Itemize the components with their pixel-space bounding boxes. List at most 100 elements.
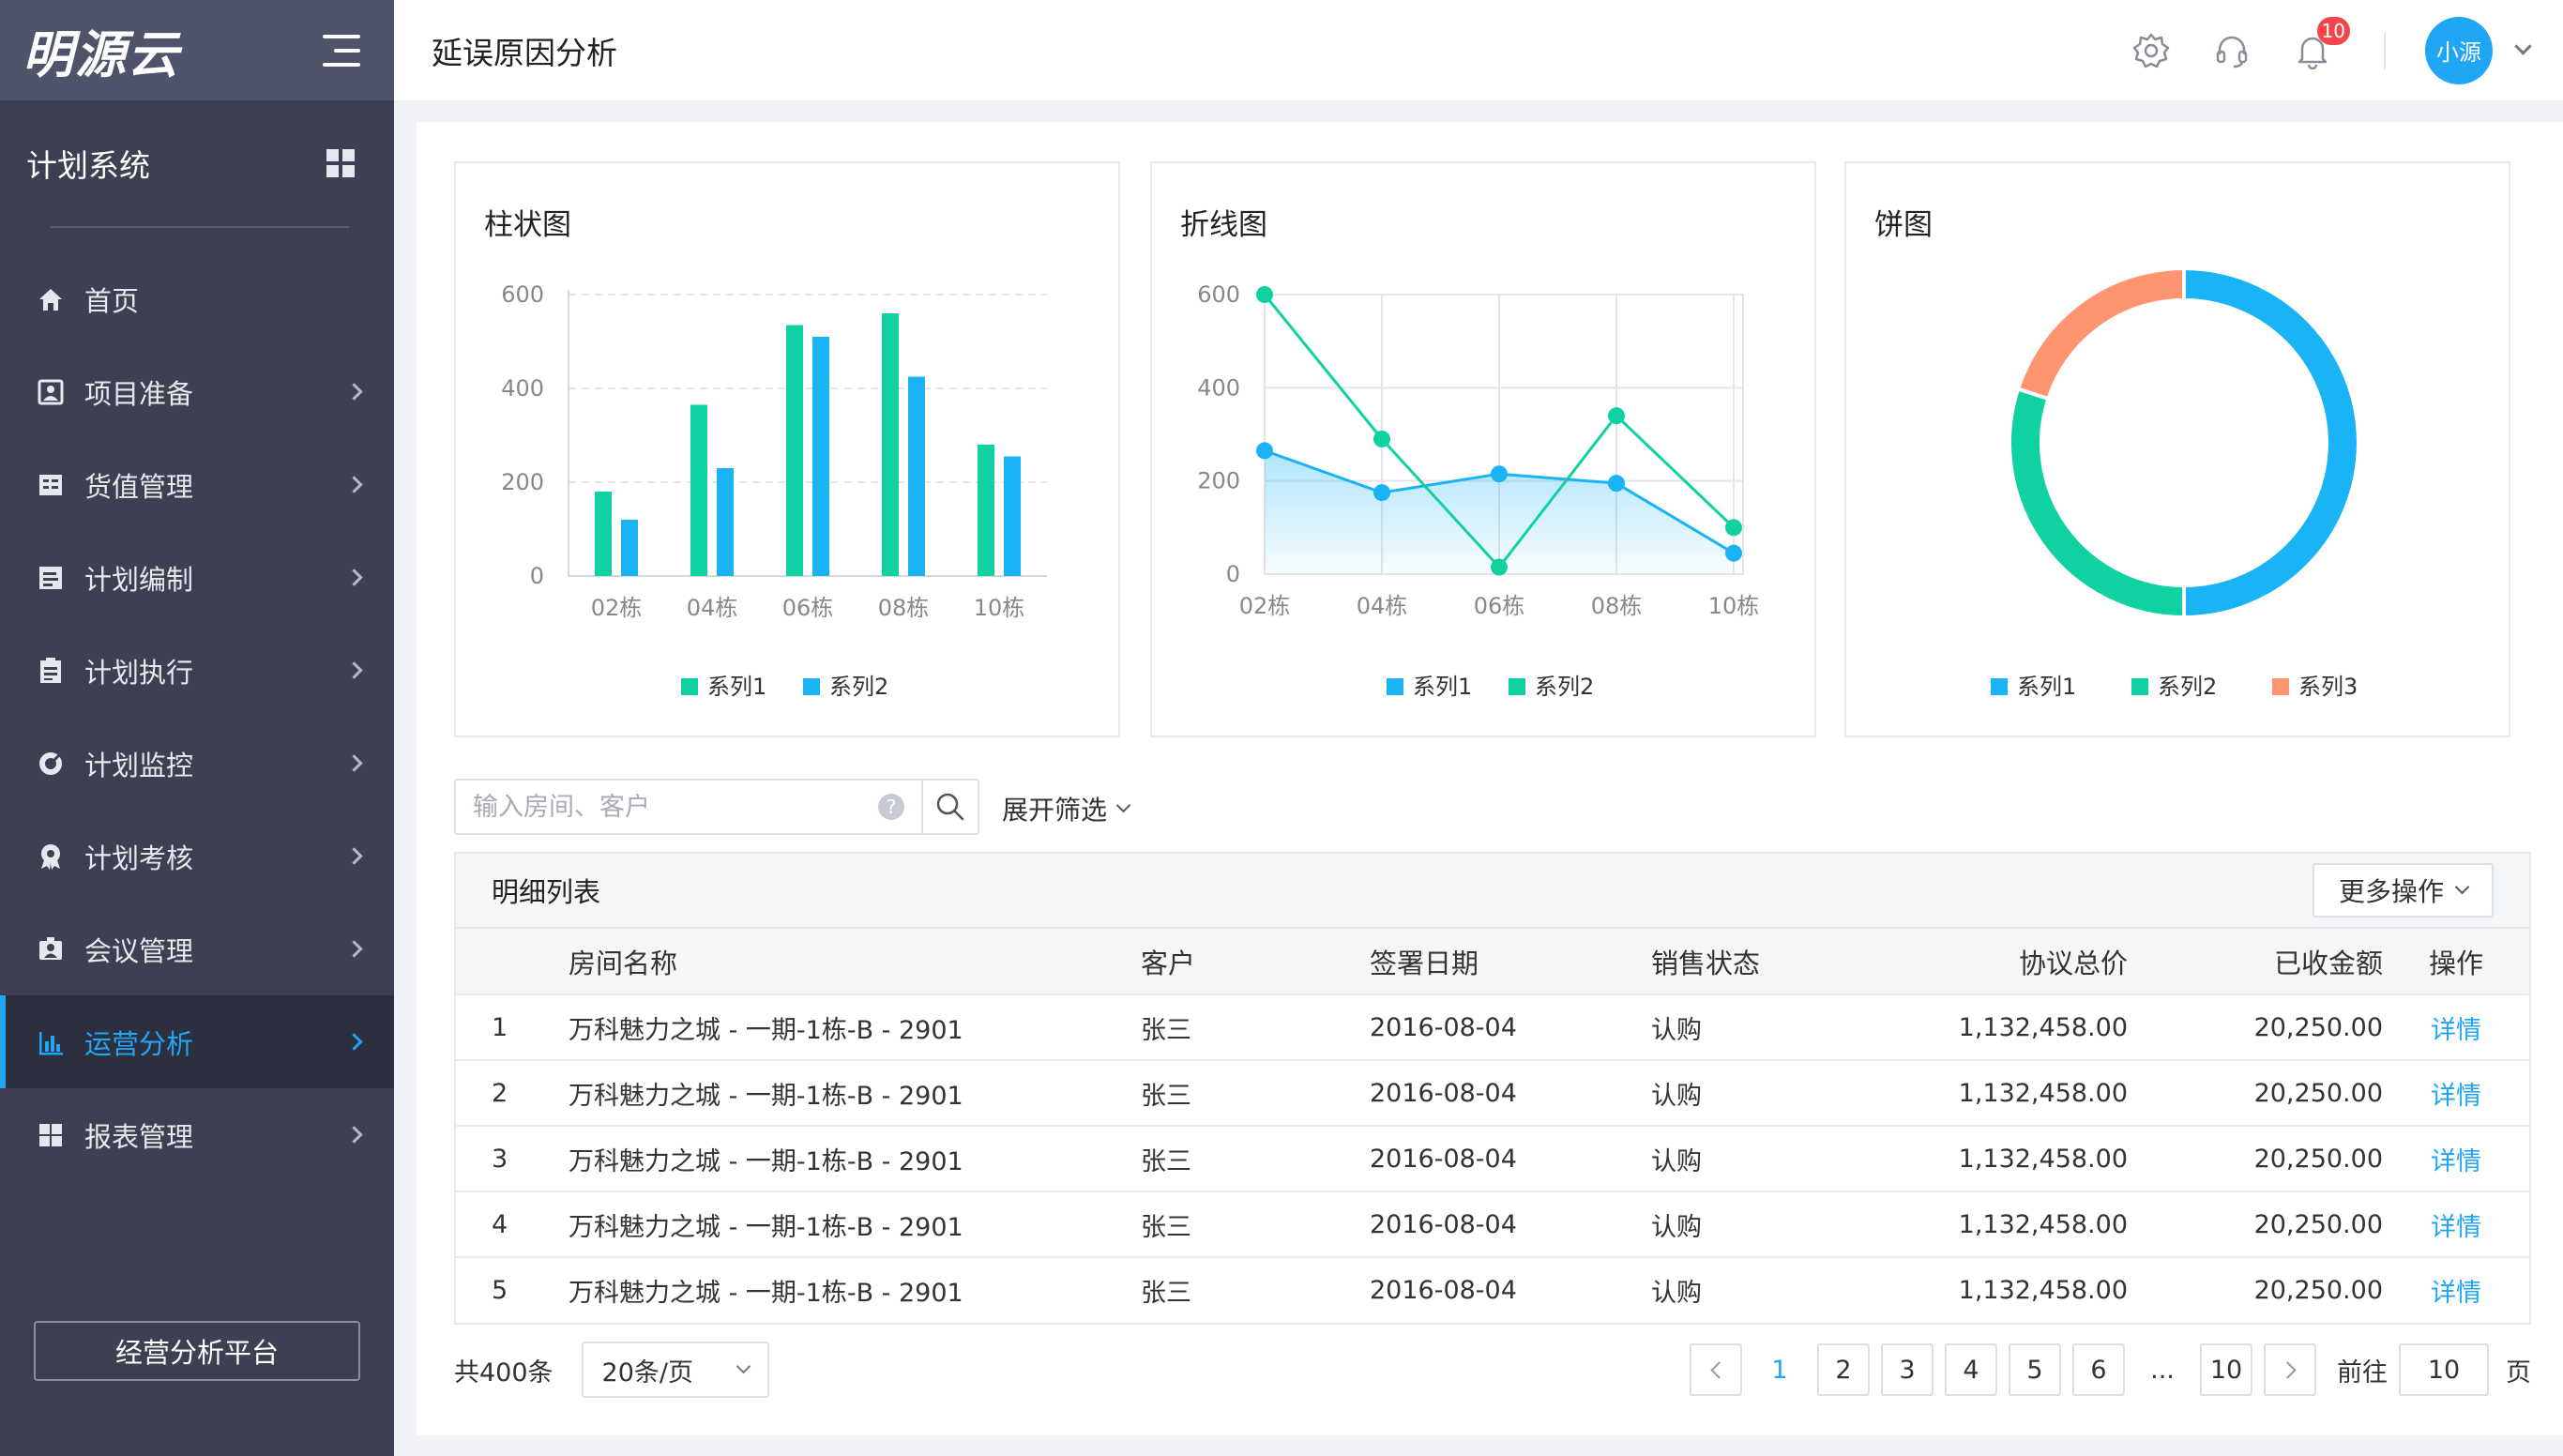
page-size-select[interactable]: 20条/页 bbox=[581, 1342, 769, 1398]
top-header: 延误原因分析 10 小源 bbox=[394, 0, 2563, 100]
x-tick-label: 10栋 bbox=[1708, 593, 1760, 619]
sidebar-item-9[interactable]: 报表管理 bbox=[0, 1088, 394, 1181]
brand-logo[interactable]: 明源云 bbox=[23, 13, 180, 87]
page-button-last[interactable]: 10 bbox=[2200, 1343, 2252, 1396]
row-index: 2 bbox=[456, 1060, 569, 1127]
legend-label: 系列1 bbox=[1413, 674, 1472, 700]
chevron-left-icon bbox=[1709, 1360, 1728, 1379]
chevron-right-icon bbox=[2278, 1360, 2297, 1379]
collapse-menu-icon[interactable] bbox=[323, 34, 360, 67]
detail-link[interactable]: 详情 bbox=[2383, 1060, 2529, 1127]
sidebar-item-0[interactable]: 首页 bbox=[0, 252, 394, 345]
meeting-icon bbox=[36, 934, 66, 964]
settings-gear-icon[interactable] bbox=[2131, 30, 2172, 71]
page-button[interactable]: 2 bbox=[1817, 1343, 1870, 1396]
detail-link[interactable]: 详情 bbox=[2383, 994, 2529, 1061]
agreement-total: 1,132,458.00 bbox=[1867, 994, 2128, 1061]
slice-3[interactable] bbox=[2015, 265, 2186, 402]
award-icon bbox=[36, 842, 66, 872]
page-button[interactable]: 3 bbox=[1881, 1343, 1934, 1396]
page-button[interactable]: 1 bbox=[1753, 1343, 1806, 1396]
table-row[interactable]: 2 万科魅力之城 - 一期-1栋-B - 2901 张三 2016-08-04 认购 1,… bbox=[456, 1060, 2529, 1127]
sales-status: 认购 bbox=[1651, 994, 1867, 1061]
chevron-down-icon bbox=[736, 1358, 751, 1373]
table-row[interactable]: 1 万科魅力之城 - 一期-1栋-B - 2901 张三 2016-08-04 认购 1,… bbox=[456, 994, 2529, 1061]
point-2-1[interactable] bbox=[1256, 286, 1273, 303]
user-menu-chevron-down-icon[interactable] bbox=[2514, 38, 2532, 55]
prev-page-button[interactable] bbox=[1690, 1343, 1742, 1396]
bar-1-3[interactable] bbox=[786, 325, 803, 577]
bar-1-5[interactable] bbox=[978, 445, 994, 576]
point-1-2[interactable] bbox=[1373, 484, 1390, 502]
goto-page-input[interactable] bbox=[2399, 1343, 2489, 1396]
search-button[interactable] bbox=[921, 781, 978, 833]
received-amount: 20,250.00 bbox=[2128, 1126, 2383, 1192]
sidebar: 明源云 计划系统 首页 项目准备 货值管理 计划编制 计划执行 计划监控 计划考核 会议管理运… bbox=[0, 0, 394, 1456]
bar-chart-icon bbox=[36, 1027, 66, 1057]
received-amount: 20,250.00 bbox=[2128, 1060, 2383, 1127]
sidebar-item-label: 首页 bbox=[84, 284, 140, 317]
bar-2-4[interactable] bbox=[908, 376, 925, 577]
search-input[interactable] bbox=[456, 781, 878, 833]
page-button[interactable]: 5 bbox=[2009, 1343, 2061, 1396]
bar-chart: 0 200 400 600 02栋 04栋 06栋 08栋 10栋系列1 系列2 bbox=[501, 281, 1047, 700]
sidebar-item-4[interactable]: 计划执行 bbox=[0, 624, 394, 717]
notification-bell-icon[interactable]: 10 bbox=[2292, 16, 2350, 71]
business-analysis-platform-button[interactable]: 经营分析平台 bbox=[34, 1321, 360, 1381]
sidebar-item-label: 项目准备 bbox=[84, 377, 194, 410]
bar-2-3[interactable] bbox=[812, 337, 829, 576]
sign-date: 2016-08-04 bbox=[1370, 1126, 1651, 1192]
page-button[interactable]: 6 bbox=[2072, 1343, 2125, 1396]
page-button[interactable]: 4 bbox=[1945, 1343, 1997, 1396]
sidebar-item-5[interactable]: 计划监控 bbox=[0, 717, 394, 810]
bar-1-1[interactable] bbox=[595, 492, 612, 576]
table-row[interactable]: 3 万科魅力之城 - 一期-1栋-B - 2901 张三 2016-08-04 认购 1,… bbox=[456, 1126, 2529, 1192]
search-icon bbox=[936, 793, 964, 821]
pie-chart-card: 饼图 系列1 系列2 系列3 bbox=[1844, 161, 2510, 737]
sidebar-item-label: 计划执行 bbox=[84, 656, 194, 689]
bar-2-1[interactable] bbox=[621, 520, 638, 576]
point-1-3[interactable] bbox=[1491, 465, 1508, 483]
detail-link[interactable]: 详情 bbox=[2383, 1126, 2529, 1192]
chevron-right-icon bbox=[345, 847, 363, 865]
sidebar-item-1[interactable]: 项目准备 bbox=[0, 345, 394, 438]
table-row[interactable]: 4 万科魅力之城 - 一期-1栋-B - 2901 张三 2016-08-04 认购 1,… bbox=[456, 1191, 2529, 1258]
slice-2[interactable] bbox=[2008, 386, 2186, 620]
help-question-icon[interactable]: ? bbox=[878, 794, 904, 820]
more-actions-button[interactable]: 更多操作 bbox=[2312, 863, 2494, 918]
legend-swatch bbox=[1387, 678, 1403, 695]
detail-link[interactable]: 详情 bbox=[2383, 1257, 2529, 1323]
slice-1[interactable] bbox=[2182, 265, 2360, 620]
point-2-4[interactable] bbox=[1608, 407, 1625, 425]
point-1-4[interactable] bbox=[1608, 475, 1625, 493]
point-2-3[interactable] bbox=[1491, 558, 1508, 576]
line-chart: 0 200 400 600 02栋 04栋 06栋 08栋 10栋系列1 系列2 bbox=[1197, 281, 1760, 700]
app-grid-icon[interactable] bbox=[326, 149, 355, 177]
sidebar-item-6[interactable]: 计划考核 bbox=[0, 810, 394, 902]
table-row[interactable]: 5 万科魅力之城 - 一期-1栋-B - 2901 张三 2016-08-04 认购 1,… bbox=[456, 1257, 2529, 1323]
bar-2-2[interactable] bbox=[717, 468, 734, 576]
point-1-1[interactable] bbox=[1256, 442, 1273, 460]
point-1-5[interactable] bbox=[1725, 544, 1742, 562]
sidebar-item-2[interactable]: 货值管理 bbox=[0, 438, 394, 531]
sign-date: 2016-08-04 bbox=[1370, 994, 1651, 1061]
user-avatar[interactable]: 小源 bbox=[2425, 16, 2493, 84]
point-2-2[interactable] bbox=[1373, 430, 1390, 447]
notification-count-badge: 10 bbox=[2316, 16, 2350, 45]
point-2-5[interactable] bbox=[1725, 519, 1742, 537]
detail-link[interactable]: 详情 bbox=[2383, 1191, 2529, 1258]
bar-1-4[interactable] bbox=[882, 313, 899, 576]
sidebar-item-8[interactable]: 运营分析 bbox=[0, 995, 394, 1088]
sidebar-item-7[interactable]: 会议管理 bbox=[0, 902, 394, 995]
customer-service-headset-icon[interactable] bbox=[2211, 30, 2252, 71]
bar-1-2[interactable] bbox=[690, 404, 707, 577]
chevron-right-icon bbox=[345, 569, 363, 586]
y-tick-label: 0 bbox=[530, 563, 544, 589]
sign-date: 2016-08-04 bbox=[1370, 1276, 1517, 1305]
sidebar-item-3[interactable]: 计划编制 bbox=[0, 531, 394, 624]
col-sign-date: 签署日期 bbox=[1370, 929, 1651, 995]
expand-filter-toggle[interactable]: 展开筛选 bbox=[1002, 790, 1131, 827]
logo-bar: 明源云 bbox=[0, 0, 394, 100]
next-page-button[interactable] bbox=[2264, 1343, 2316, 1396]
bar-2-5[interactable] bbox=[1004, 456, 1021, 577]
